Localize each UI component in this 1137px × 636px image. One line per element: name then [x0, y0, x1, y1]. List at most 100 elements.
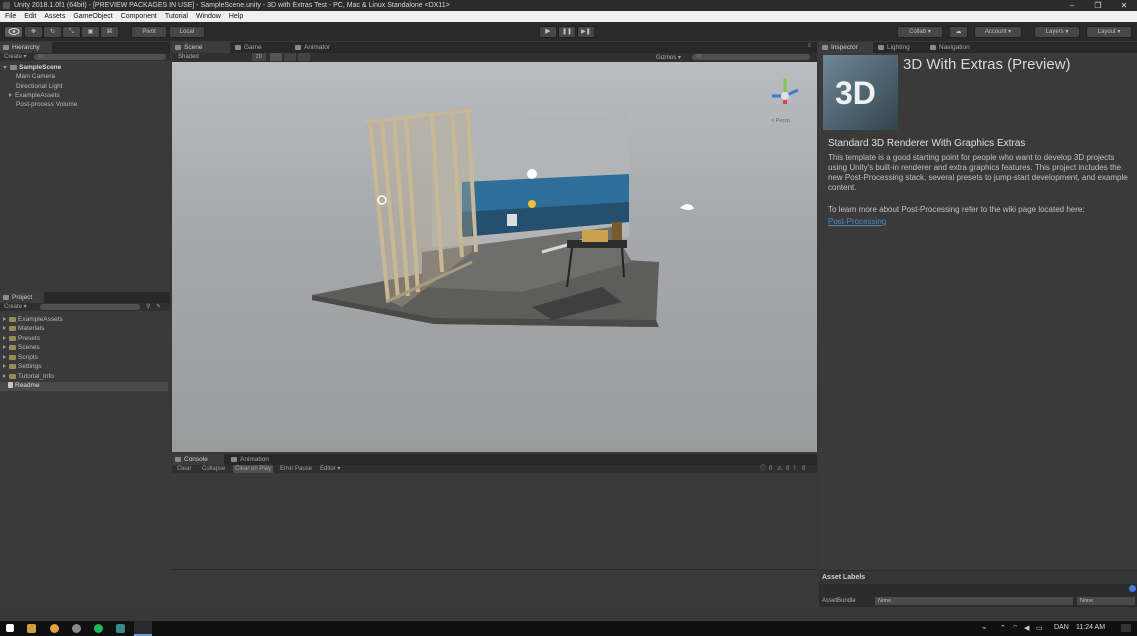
collab-button[interactable]: Collab ▾ [897, 26, 943, 38]
tab-project[interactable]: Project [0, 292, 44, 303]
tab-inspector[interactable]: Inspector [819, 42, 873, 53]
scene-root[interactable]: SampleScene [3, 64, 61, 71]
app-icon[interactable] [116, 624, 125, 633]
console-warning-icon[interactable]: ⚠ [777, 465, 782, 473]
project-panel: Project Create ▾ ⚲ ✎ ExampleAssets Mater… [0, 292, 170, 607]
rotate-tool-button[interactable]: ↻ [43, 26, 62, 38]
menu-help[interactable]: Help [226, 13, 248, 20]
shading-mode-dropdown[interactable]: Shaded [178, 54, 199, 60]
transform-tool-button[interactable]: ⌘ [100, 26, 119, 38]
console-error-pause-toggle[interactable]: Error Pause [280, 465, 312, 473]
perspective-label[interactable]: < Persp [771, 118, 790, 124]
project-create-button[interactable]: Create ▾ [4, 303, 27, 311]
label-tag-icon[interactable] [1129, 585, 1136, 592]
project-item-exampleassets[interactable]: ExampleAssets [3, 316, 63, 323]
menu-gameobject[interactable]: GameObject [70, 13, 117, 20]
hierarchy-item-label: ExampleAssets [15, 92, 60, 99]
battery-icon[interactable]: ▭ [1036, 624, 1043, 632]
tray-chevron-icon[interactable]: ⌃ [1000, 624, 1006, 632]
notifications-icon[interactable] [1121, 624, 1131, 632]
project-item-scripts[interactable]: Scripts [3, 354, 38, 361]
menu-tutorial[interactable]: Tutorial [162, 13, 193, 20]
windows-start-icon[interactable] [6, 624, 14, 632]
filter-icon[interactable]: ⚲ [146, 303, 150, 311]
clock[interactable]: 11:24 AM [1076, 624, 1105, 631]
unity-taskbar-icon[interactable] [134, 621, 152, 636]
maximize-button[interactable]: ❐ [1085, 0, 1111, 11]
console-editor-dropdown[interactable]: Editor ▾ [320, 465, 340, 473]
menu-assets[interactable]: Assets [41, 13, 70, 20]
scene-grid-icon [175, 45, 181, 50]
asset-variant-dropdown[interactable]: None [1077, 597, 1135, 605]
console-error-icon[interactable]: ! [794, 465, 796, 473]
scene-search-input[interactable] [692, 54, 810, 60]
tab-scene[interactable]: Scene [172, 42, 230, 53]
audio-toggle[interactable] [284, 53, 296, 61]
pause-button[interactable]: ❚❚ [558, 26, 576, 38]
hierarchy-item-main-camera[interactable]: Main Camera [16, 73, 55, 80]
window-title: Unity 2018.1.0f1 (64bit) - [PREVIEW PACK… [14, 2, 450, 9]
expand-arrow-icon [3, 326, 6, 331]
tab-animation[interactable]: Animation [228, 454, 286, 465]
scene-viewport[interactable]: < Persp [172, 62, 817, 452]
move-tool-button[interactable]: ✥ [24, 26, 43, 38]
project-item-settings[interactable]: Settings [3, 363, 42, 370]
scale-icon: ⤡ [69, 29, 74, 35]
tab-console[interactable]: Console [172, 454, 224, 465]
network-icon[interactable]: ⌁ [982, 624, 986, 632]
chrome-icon[interactable] [50, 624, 59, 633]
minimize-button[interactable]: – [1059, 0, 1085, 11]
console-clear-on-play-toggle[interactable]: Clear on Play [233, 465, 274, 473]
menu-edit[interactable]: Edit [21, 13, 41, 20]
lighting-toggle[interactable] [270, 53, 282, 61]
layers-dropdown[interactable]: Layers ▾ [1034, 26, 1080, 38]
menu-component[interactable]: Component [118, 13, 162, 20]
close-button[interactable]: ✕ [1111, 0, 1137, 11]
console-clear-button[interactable]: Clear [177, 465, 191, 473]
project-item-readme[interactable]: Readme [0, 382, 168, 391]
spotify-icon[interactable] [94, 624, 103, 633]
volume-icon[interactable]: ◀ [1024, 624, 1029, 632]
pivot-toggle[interactable]: Pivot [131, 26, 167, 38]
project-search-input[interactable] [40, 304, 140, 310]
local-toggle[interactable]: Local [169, 26, 205, 38]
tab-hierarchy[interactable]: Hierarchy [0, 42, 52, 53]
2d-toggle[interactable]: 2D [252, 53, 266, 61]
layout-dropdown[interactable]: Layout ▾ [1086, 26, 1132, 38]
tab-game[interactable]: Game [232, 42, 286, 53]
tab-lighting[interactable]: Lighting [875, 42, 923, 53]
console-info-icon[interactable]: ⓘ [760, 465, 766, 473]
hierarchy-item-post-process-volume[interactable]: Post-process Volume [16, 101, 77, 108]
gizmos-dropdown[interactable]: Gizmos ▾ [656, 54, 681, 61]
tab-animator[interactable]: Animator [292, 42, 352, 53]
wifi-icon[interactable]: ⌔ [1012, 624, 1019, 633]
project-item-materials[interactable]: Materials [3, 325, 44, 332]
file-explorer-icon[interactable] [27, 624, 36, 633]
effects-toggle[interactable] [298, 53, 310, 61]
project-item-scenes[interactable]: Scenes [3, 344, 40, 351]
hierarchy-item-example-assets[interactable]: ExampleAssets [9, 92, 60, 99]
console-subbar: Clear Collapse Clear on Play Error Pause… [172, 465, 817, 473]
console-collapse-button[interactable]: Collapse [202, 465, 225, 473]
tab-navigation[interactable]: Navigation [927, 42, 987, 53]
menu-file[interactable]: File [2, 13, 21, 20]
play-button[interactable]: ▶ [539, 26, 557, 38]
menu-window[interactable]: Window [193, 13, 226, 20]
hierarchy-search-input[interactable] [34, 54, 166, 60]
star-icon[interactable]: ✎ [156, 303, 161, 311]
project-item-tutorial-info[interactable]: Tutorial_Info [3, 373, 54, 380]
hierarchy-create-button[interactable]: Create ▾ [4, 53, 27, 61]
hierarchy-item-directional-light[interactable]: Directional Light [16, 83, 63, 90]
language-indicator[interactable]: DAN [1054, 624, 1069, 631]
asset-bundle-dropdown[interactable]: None [875, 597, 1073, 605]
scale-tool-button[interactable]: ⤡ [62, 26, 81, 38]
step-button[interactable]: ▶❚ [577, 26, 595, 38]
project-item-presets[interactable]: Presets [3, 335, 40, 342]
browser-icon[interactable] [72, 624, 81, 633]
cloud-button[interactable]: ☁ [949, 26, 968, 38]
hand-tool-button[interactable] [4, 26, 23, 38]
panel-menu-icon[interactable]: ≡ [807, 43, 811, 49]
account-dropdown[interactable]: Account ▾ [974, 26, 1022, 38]
post-processing-link[interactable]: Post-Processing [828, 217, 886, 226]
rect-tool-button[interactable]: ▣ [81, 26, 100, 38]
